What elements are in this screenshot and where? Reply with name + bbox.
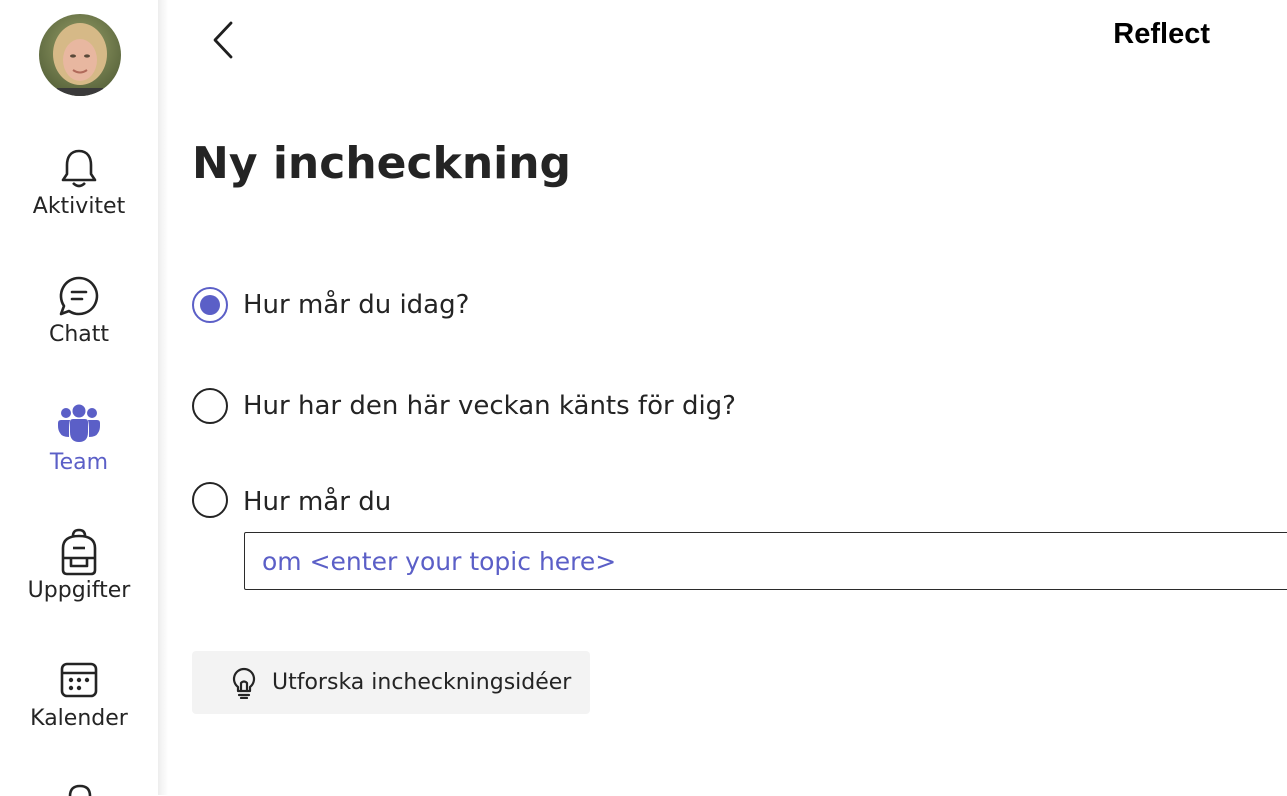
rail-item-label: Uppgifter [27, 578, 131, 603]
rail-item-label: Team [49, 450, 109, 475]
chevron-left-icon [213, 21, 233, 59]
radio-button[interactable] [192, 482, 228, 518]
explore-button-label: Utforska incheckningsidéer [272, 670, 572, 695]
rail-item-label: Aktivitet [32, 194, 126, 219]
checkin-option-custom[interactable]: Hur mår du [192, 482, 391, 518]
rail-item-label: Chatt [48, 322, 110, 347]
rail-item-assignments[interactable]: Uppgifter [0, 528, 158, 630]
checkin-option-today[interactable]: Hur mår du idag? [192, 287, 469, 323]
avatar[interactable] [39, 14, 121, 96]
bell-icon [57, 146, 101, 190]
app-title: Reflect [1113, 18, 1210, 50]
lightbulb-icon [230, 666, 258, 700]
topic-input[interactable] [244, 532, 1287, 590]
page-title: Ny incheckning [192, 138, 572, 189]
option-label: Hur har den här veckan känts för dig? [243, 391, 736, 421]
radio-button[interactable] [192, 287, 228, 323]
rail-item-teams[interactable]: Team [0, 402, 158, 502]
option-label: Hur mår du [243, 487, 392, 517]
option-label: Hur mår du idag? [243, 290, 470, 320]
checkin-option-week[interactable]: Hur har den här veckan känts för dig? [192, 388, 736, 424]
rail-item-label: Kalender [30, 706, 128, 731]
rail-item-calendar[interactable]: Kalender [0, 658, 158, 758]
back-button[interactable] [205, 20, 241, 60]
more-rail-icon[interactable] [62, 782, 98, 796]
radio-selected-dot [200, 295, 220, 315]
backpack-icon [57, 528, 101, 576]
rail-divider [158, 0, 168, 795]
calendar-icon [57, 658, 101, 702]
chat-bubble-icon [57, 274, 101, 318]
rail-item-activity[interactable]: Aktivitet [0, 146, 158, 246]
radio-button[interactable] [192, 388, 228, 424]
teams-people-icon [57, 402, 101, 446]
left-rail: Aktivitet Chatt Team Uppgifter Kalender [0, 0, 158, 796]
explore-checkin-ideas-button[interactable]: Utforska incheckningsidéer [192, 651, 590, 714]
rail-item-chat[interactable]: Chatt [0, 274, 158, 374]
